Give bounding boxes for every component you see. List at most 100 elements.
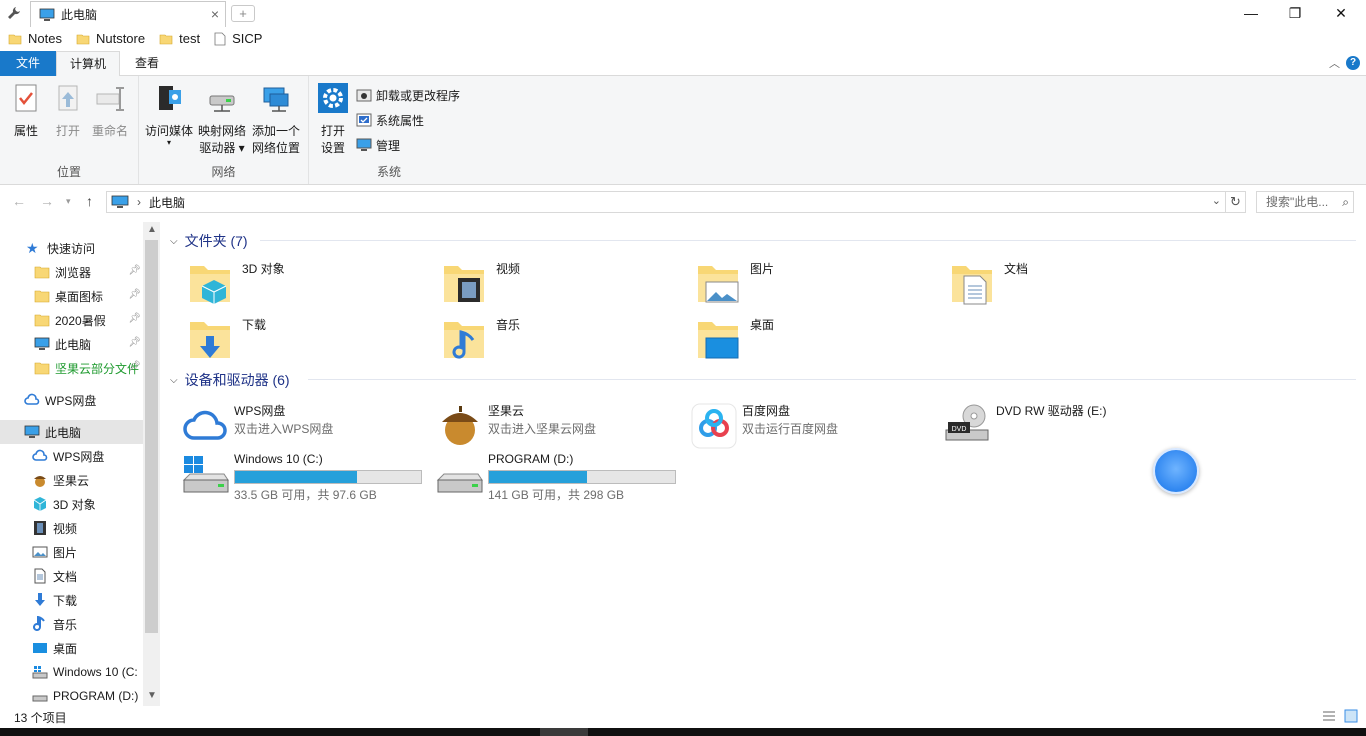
back-arrow-icon[interactable]: ← <box>12 193 26 209</box>
manage-button[interactable]: 管理 <box>356 134 400 156</box>
folder-videos[interactable]: 视频 <box>440 258 520 306</box>
collapse-ribbon-icon[interactable]: ︿ <box>1329 55 1340 71</box>
device-baidu-netdisk[interactable]: 百度网盘 双击运行百度网盘 <box>690 402 930 450</box>
chevron-down-icon: ⌵ <box>170 374 178 386</box>
open-button[interactable]: 打开 <box>50 82 86 140</box>
folder-desktop[interactable]: 桌面 <box>694 314 774 362</box>
sidebar-item-browser[interactable]: 浏览器 📌︎ <box>0 260 143 284</box>
address-dropdown-icon[interactable]: ⌄ <box>1212 194 1221 207</box>
forward-arrow-icon[interactable]: → <box>40 193 54 209</box>
sidebar-quick-access[interactable]: ★ 快速访问 <box>0 236 143 260</box>
drive-icon <box>32 695 48 702</box>
recent-locations-icon[interactable]: ▾ <box>66 196 71 207</box>
system-properties-button[interactable]: 系统属性 <box>356 109 424 131</box>
sidebar-item-drive-c[interactable]: Windows 10 (C: <box>0 660 143 684</box>
sidebar-item-music[interactable]: 音乐 <box>0 612 143 636</box>
cloud-icon <box>32 449 48 461</box>
close-button[interactable]: ✕ <box>1318 0 1364 27</box>
map-network-drive-button[interactable]: 映射网络 驱动器 ▾ <box>195 82 249 157</box>
minimize-button[interactable]: — <box>1228 0 1274 27</box>
sidebar-this-pc[interactable]: 此电脑 <box>0 420 143 444</box>
access-media-button[interactable]: 访问媒体 ▾ <box>143 82 195 147</box>
properties-button[interactable]: 属性 <box>8 82 44 140</box>
rename-icon <box>96 87 124 111</box>
computer-icon <box>24 425 40 438</box>
3d-objects-folder-icon <box>190 266 230 304</box>
section-title: 设备和驱动器 (6) <box>184 372 290 388</box>
add-network-location-button[interactable]: 添加一个 网络位置 <box>249 82 303 157</box>
open-label: 打开 <box>55 124 80 138</box>
device-nutstore[interactable]: 坚果云 双击进入坚果云网盘 <box>436 402 676 450</box>
drive-d[interactable]: PROGRAM (D:) 141 GB 可用，共 298 GB <box>436 452 680 502</box>
folder-downloads[interactable]: 下载 <box>186 314 266 362</box>
sidebar-scrollbar[interactable]: ▲ ▼ <box>143 222 160 706</box>
open-settings-button[interactable]: 打开 设置 <box>315 82 351 157</box>
sidebar-item-nutstore[interactable]: 坚果云 <box>0 468 143 492</box>
refresh-icon[interactable]: ↻ <box>1226 191 1246 213</box>
pin-icon: 📌︎ <box>128 361 141 372</box>
uninstall-programs-button[interactable]: 卸载或更改程序 <box>356 84 460 106</box>
devices-section-header[interactable]: ⌵ 设备和驱动器 (6) <box>170 370 290 390</box>
folder-pictures[interactable]: 图片 <box>694 258 774 306</box>
bookmark-test[interactable]: test <box>159 31 200 46</box>
bookmark-label: SICP <box>232 31 263 46</box>
sidebar-item-downloads[interactable]: 下载 <box>0 588 143 612</box>
device-wps-cloud[interactable]: WPS网盘 双击进入WPS网盘 <box>182 402 422 450</box>
sidebar-label: PROGRAM (D:) <box>53 689 139 703</box>
scroll-up-icon[interactable]: ▲ <box>147 224 157 235</box>
sidebar-item-2020[interactable]: 2020暑假 📌︎ <box>0 308 143 332</box>
search-input[interactable]: 搜索"此电... ⌕ <box>1256 191 1354 213</box>
wrench-icon[interactable] <box>6 5 22 21</box>
bookmark-sicp[interactable]: SICP <box>214 31 262 46</box>
breadcrumb-chevron-icon[interactable]: › <box>137 195 141 209</box>
sidebar-item-wps[interactable]: WPS网盘 <box>0 444 143 468</box>
folder-icon <box>34 266 50 279</box>
floating-assistant-ball[interactable] <box>1153 448 1199 494</box>
scrollbar-thumb[interactable] <box>145 240 158 633</box>
drive-usage-bar <box>488 470 676 484</box>
sidebar-label: 坚果云部分文件 <box>55 361 140 376</box>
sidebar-item-documents[interactable]: 文档 <box>0 564 143 588</box>
bookmark-nutstore[interactable]: Nutstore <box>76 31 145 46</box>
device-dvd-drive[interactable]: DVD DVD RW 驱动器 (E:) <box>944 402 1184 450</box>
dropdown-arrow-icon: ▾ <box>166 138 171 147</box>
sidebar-item-drive-d[interactable]: PROGRAM (D:) <box>0 684 143 708</box>
sidebar-item-this-pc-pinned[interactable]: 此电脑 📌︎ <box>0 332 143 356</box>
device-label: DVD RW 驱动器 (E:) <box>996 404 1107 418</box>
sidebar-item-desktop[interactable]: 桌面 <box>0 636 143 660</box>
folder-documents[interactable]: 文档 <box>948 258 1028 306</box>
pictures-folder-icon <box>698 266 739 303</box>
scroll-down-icon[interactable]: ▼ <box>147 690 157 701</box>
sidebar-item-nutstore-partial[interactable]: 坚果云部分文件 📌︎ <box>0 356 143 380</box>
tab-computer[interactable]: 计算机 <box>56 51 120 77</box>
restore-button[interactable]: ❐ <box>1272 0 1318 27</box>
tab-file[interactable]: 文件 <box>0 51 56 76</box>
open-settings-label-2: 设置 <box>320 141 345 155</box>
sidebar-item-3d[interactable]: 3D 对象 <box>0 492 143 516</box>
sidebar-item-videos[interactable]: 视频 <box>0 516 143 540</box>
group-label-location: 位置 <box>56 165 81 179</box>
large-icons-view-icon[interactable] <box>1344 709 1358 723</box>
taskbar-active-app[interactable] <box>540 728 588 736</box>
bookmark-notes[interactable]: Notes <box>8 31 62 46</box>
drive-c[interactable]: Windows 10 (C:) 33.5 GB 可用，共 97.6 GB <box>182 452 426 502</box>
sidebar-item-desktop-icons[interactable]: 桌面图标 📌︎ <box>0 284 143 308</box>
folder-3d-objects[interactable]: 3D 对象 <box>186 258 285 306</box>
details-view-icon[interactable] <box>1322 710 1336 722</box>
sidebar-wps-cloud[interactable]: WPS网盘 <box>0 388 143 412</box>
breadcrumb-this-pc[interactable]: 此电脑 <box>149 194 185 211</box>
new-tab-button[interactable]: + <box>231 5 255 22</box>
folder-music[interactable]: 音乐 <box>440 314 520 362</box>
up-arrow-icon[interactable]: ↑ <box>86 193 93 209</box>
page-icon <box>214 32 226 45</box>
tab-close-button[interactable]: × <box>211 6 219 22</box>
uninstall-label: 卸载或更改程序 <box>376 88 461 103</box>
help-icon[interactable]: ? <box>1346 56 1360 70</box>
sidebar-item-pictures[interactable]: 图片 <box>0 540 143 564</box>
tab-this-pc[interactable]: 此电脑 × <box>30 1 226 27</box>
address-bar[interactable]: › 此电脑 ⌄ <box>106 191 1226 213</box>
folders-section-header[interactable]: ⌵ 文件夹 (7) <box>170 231 248 251</box>
tab-view[interactable]: 查看 <box>120 51 174 77</box>
cloud-icon <box>24 393 40 405</box>
rename-button[interactable]: 重命名 <box>90 82 130 140</box>
